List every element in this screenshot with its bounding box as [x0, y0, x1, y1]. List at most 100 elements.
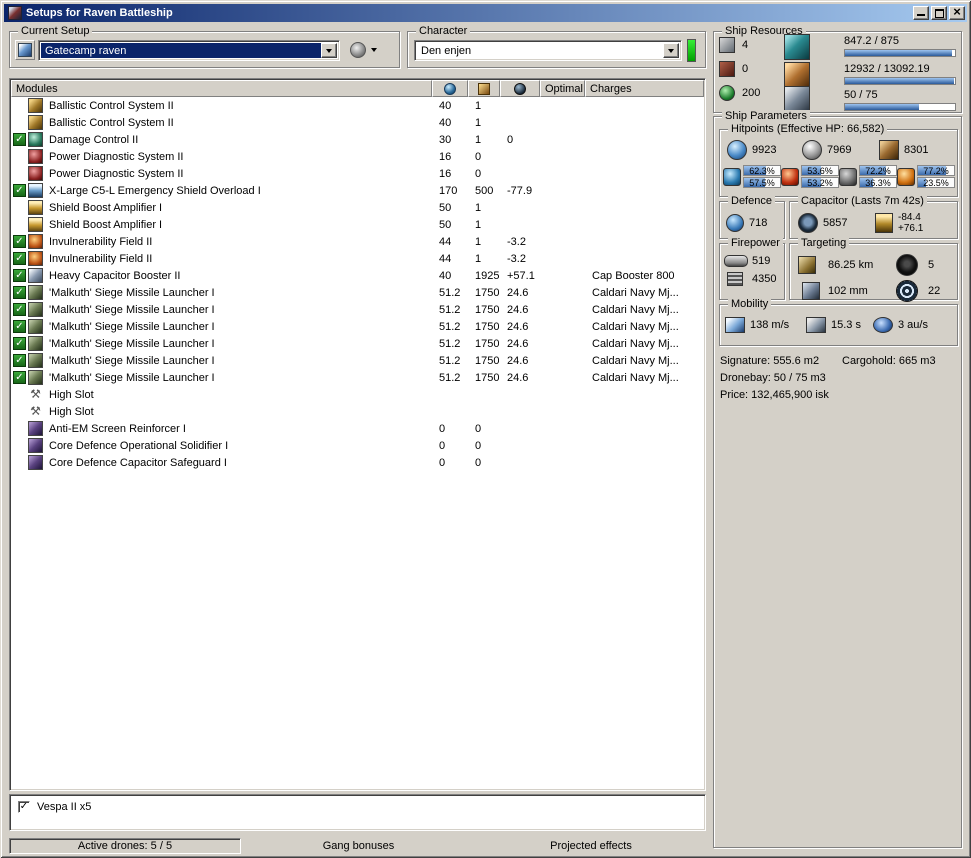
- capacitor-booster-icon: [28, 268, 43, 283]
- missile-launcher-icon: [28, 336, 43, 351]
- character-group: Character Den enjen: [407, 31, 706, 68]
- minimize-button[interactable]: [913, 6, 929, 20]
- module-pg-value: 1: [467, 219, 499, 231]
- setup-select[interactable]: Gatecamp raven: [38, 40, 340, 61]
- defence-box: Defence 718: [719, 201, 785, 239]
- sensor-strength-icon: [896, 280, 918, 302]
- close-button[interactable]: [949, 6, 965, 20]
- module-pg-value: 1: [467, 202, 499, 214]
- module-active-check: [13, 269, 26, 282]
- invulnerability-field-icon: [28, 234, 43, 249]
- column-header-powergrid[interactable]: [468, 80, 500, 97]
- shield-boost-icon: [726, 214, 744, 232]
- drone-checkbox[interactable]: [18, 801, 30, 813]
- resists-row: 62.3% 57.5% 53.6% 53.2% 72.2% 36.3%: [720, 165, 957, 188]
- module-row[interactable]: Damage Control II 30 1 0: [10, 131, 705, 148]
- module-cpu-value: 30: [431, 134, 467, 146]
- module-cpu-value: 44: [431, 253, 467, 265]
- module-cpu-value: 51.2: [431, 287, 467, 299]
- gang-bonuses-tab[interactable]: Gang bonuses: [241, 838, 476, 854]
- module-row[interactable]: Ballistic Control System II 40 1: [10, 97, 705, 114]
- module-name: Damage Control II: [47, 134, 431, 146]
- module-row[interactable]: Shield Boost Amplifier I 50 1: [10, 216, 705, 233]
- module-pg-value: 1750: [467, 338, 499, 350]
- module-name: 'Malkuth' Siege Missile Launcher I: [47, 321, 431, 333]
- module-row[interactable]: 'Malkuth' Siege Missile Launcher I 51.2 …: [10, 335, 705, 352]
- setup-browser-button[interactable]: [15, 40, 35, 60]
- module-row[interactable]: High Slot: [10, 386, 705, 403]
- module-row[interactable]: 'Malkuth' Siege Missile Launcher I 51.2 …: [10, 284, 705, 301]
- active-drones-tab[interactable]: Active drones: 5 / 5: [9, 838, 241, 854]
- missile-launcher-icon: [28, 353, 43, 368]
- module-row[interactable]: Invulnerability Field II 44 1 -3.2: [10, 233, 705, 250]
- module-row[interactable]: Invulnerability Field II 44 1 -3.2: [10, 250, 705, 267]
- module-row[interactable]: 'Malkuth' Siege Missile Launcher I 51.2 …: [10, 352, 705, 369]
- module-pg-value: 1: [467, 100, 499, 112]
- shield-hp-value: 9923: [752, 144, 796, 156]
- module-active-check: [13, 388, 26, 401]
- cpu-resource-icon: [784, 34, 810, 60]
- module-cpu-value: 16: [431, 151, 467, 163]
- column-header-optimal[interactable]: Optimal: [540, 80, 585, 97]
- shield-resist-value: 62.3%: [744, 166, 780, 175]
- launcher-hardpoints-value: 0: [742, 63, 748, 75]
- setup-select-dropdown-button[interactable]: [321, 43, 337, 58]
- high-slot-icon: [28, 387, 43, 402]
- column-header-cpu[interactable]: [432, 80, 468, 97]
- powergrid-icon: [478, 83, 490, 95]
- module-name: Core Defence Operational Solidifier I: [47, 440, 431, 452]
- module-pg-value: 1925: [467, 270, 499, 282]
- thermal-resist-icon: [781, 168, 799, 186]
- signature-text: Signature: 555.6 m2: [720, 355, 819, 367]
- module-name: X-Large C5-L Emergency Shield Overload I: [47, 185, 431, 197]
- ship-icon: [18, 43, 32, 57]
- module-pg-value: 0: [467, 151, 499, 163]
- dronebay-usage-value: 50 / 75: [844, 89, 878, 101]
- modules-list-body: Ballistic Control System II 40 1 Ballist…: [10, 97, 705, 471]
- module-cpu-value: 51.2: [431, 321, 467, 333]
- module-row[interactable]: Power Diagnostic System II 16 0: [10, 165, 705, 182]
- volley-value: 4350: [752, 273, 784, 285]
- column-header-charges[interactable]: Charges: [585, 80, 704, 97]
- align-time-icon: [806, 317, 826, 333]
- character-select[interactable]: Den enjen: [414, 40, 682, 61]
- title-bar: Setups for Raven Battleship: [4, 4, 967, 22]
- module-row[interactable]: Ballistic Control System II 40 1: [10, 114, 705, 131]
- character-select-dropdown-button[interactable]: [663, 43, 679, 58]
- module-row[interactable]: Shield Boost Amplifier I 50 1: [10, 199, 705, 216]
- shield-icon: [727, 140, 747, 160]
- module-pg-value: 0: [467, 457, 499, 469]
- launcher-hardpoint-icon: [719, 61, 735, 77]
- module-row[interactable]: Anti-EM Screen Reinforcer I 0 0: [10, 420, 705, 437]
- module-row[interactable]: Core Defence Operational Solidifier I 0 …: [10, 437, 705, 454]
- module-row[interactable]: Heavy Capacitor Booster II 40 1925 +57.1…: [10, 267, 705, 284]
- maximize-icon: [935, 9, 944, 18]
- charges-header-label: Charges: [590, 83, 632, 95]
- drone-row[interactable]: Vespa II x5: [10, 798, 705, 815]
- setup-options-button[interactable]: [346, 40, 381, 60]
- module-cpu-value: 0: [431, 423, 467, 435]
- module-name: High Slot: [47, 389, 431, 401]
- projected-effects-tab[interactable]: Projected effects: [476, 838, 706, 854]
- module-row[interactable]: High Slot: [10, 403, 705, 420]
- targeting-range-icon: [798, 256, 816, 274]
- column-header-capacitor[interactable]: [500, 80, 540, 97]
- column-header-modules[interactable]: Modules: [11, 80, 432, 97]
- maximize-button[interactable]: [931, 6, 947, 20]
- active-drones-label: Active drones: 5 / 5: [78, 840, 172, 852]
- module-row[interactable]: 'Malkuth' Siege Missile Launcher I 51.2 …: [10, 318, 705, 335]
- power-diagnostic-icon: [28, 149, 43, 164]
- module-row[interactable]: 'Malkuth' Siege Missile Launcher I 51.2 …: [10, 369, 705, 386]
- module-row[interactable]: Power Diagnostic System II 16 0: [10, 148, 705, 165]
- module-active-check: [13, 337, 26, 350]
- module-cap-value: -3.2: [499, 236, 539, 248]
- module-row[interactable]: Core Defence Capacitor Safeguard I 0 0: [10, 454, 705, 471]
- module-row[interactable]: 'Malkuth' Siege Missile Launcher I 51.2 …: [10, 301, 705, 318]
- module-row[interactable]: X-Large C5-L Emergency Shield Overload I…: [10, 182, 705, 199]
- module-pg-value: 1750: [467, 304, 499, 316]
- firepower-box: Firepower 519 4350: [719, 243, 785, 300]
- cap-recharge-value: +76.1: [898, 223, 923, 234]
- capacitor-box: Capacitor (Lasts 7m 42s) 5857 -84.4 +76.…: [789, 201, 958, 239]
- invulnerability-field-icon: [28, 251, 43, 266]
- module-name: 'Malkuth' Siege Missile Launcher I: [47, 355, 431, 367]
